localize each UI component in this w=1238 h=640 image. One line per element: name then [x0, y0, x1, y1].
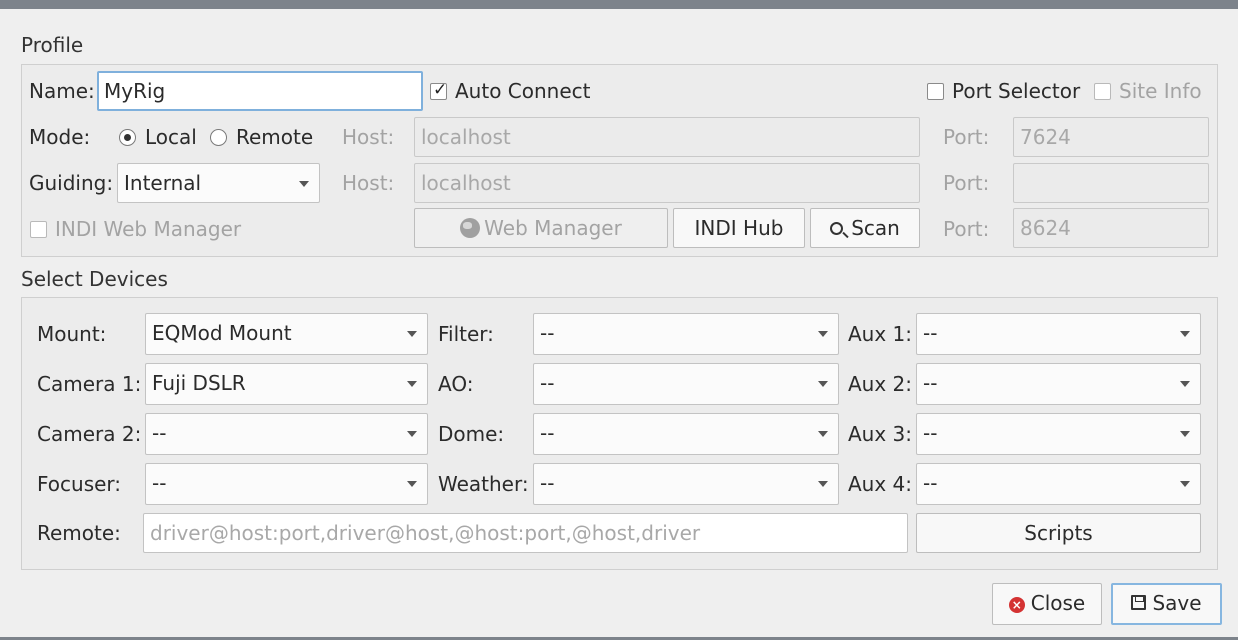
indi-web-manager-checkbox[interactable] [30, 221, 47, 238]
chevron-down-icon [1180, 431, 1190, 437]
devices-section-title: Select Devices [21, 267, 168, 291]
scripts-button[interactable]: Scripts [916, 513, 1201, 553]
name-label: Name: [29, 79, 95, 103]
auto-connect-checkbox[interactable]: ✓ [430, 80, 448, 100]
chevron-down-icon [818, 431, 828, 437]
auto-connect-label[interactable]: Auto Connect [455, 79, 591, 103]
aux4-label: Aux 4: [848, 472, 913, 496]
guiding-port-input[interactable] [1013, 163, 1209, 203]
guiding-label: Guiding: [29, 171, 114, 195]
focuser-select[interactable]: -- [145, 463, 428, 505]
ao-select[interactable]: -- [533, 363, 839, 405]
camera2-label: Camera 2: [37, 422, 142, 446]
chevron-down-icon [818, 331, 828, 337]
port-label: Port: [943, 125, 990, 149]
aux2-select[interactable]: -- [916, 363, 1201, 405]
save-button[interactable]: Save [1111, 583, 1222, 625]
filter-label: Filter: [438, 322, 494, 346]
mode-label: Mode: [29, 125, 91, 149]
guiding-port-label: Port: [943, 171, 990, 195]
chevron-down-icon [407, 481, 417, 487]
filter-select[interactable]: -- [533, 313, 839, 355]
name-input[interactable]: MyRig [97, 71, 423, 111]
web-manager-button[interactable]: Web Manager [414, 208, 668, 248]
remote-label: Remote: [37, 521, 121, 545]
chevron-down-icon [407, 331, 417, 337]
aux1-label: Aux 1: [848, 322, 913, 346]
port-selector-label[interactable]: Port Selector [952, 79, 1080, 103]
camera2-select[interactable]: -- [145, 413, 428, 455]
host-label: Host: [342, 125, 395, 149]
guiding-host-label: Host: [342, 171, 395, 195]
chevron-down-icon [818, 481, 828, 487]
ao-label: AO: [438, 372, 474, 396]
wm-port-input[interactable]: 8624 [1013, 208, 1209, 248]
close-button[interactable]: × Close [992, 583, 1102, 625]
chevron-down-icon [407, 381, 417, 387]
dome-label: Dome: [438, 422, 505, 446]
mode-remote-radio[interactable] [210, 129, 227, 146]
camera1-select[interactable]: Fuji DSLR [145, 363, 428, 405]
camera1-label: Camera 1: [37, 372, 142, 396]
chevron-down-icon [818, 381, 828, 387]
chevron-down-icon [1180, 381, 1190, 387]
guiding-host-input[interactable]: localhost [414, 163, 920, 203]
globe-icon [460, 218, 481, 238]
chevron-down-icon [1180, 331, 1190, 337]
focuser-label: Focuser: [37, 472, 122, 496]
mount-label: Mount: [37, 322, 107, 346]
remote-input[interactable]: driver@host:port,driver@host,@host:port,… [143, 513, 908, 553]
host-input[interactable]: localhost [414, 117, 920, 157]
site-info-checkbox[interactable] [1094, 83, 1111, 100]
close-icon: × [1008, 597, 1025, 613]
chevron-down-icon [1180, 481, 1190, 487]
aux1-select[interactable]: -- [916, 313, 1201, 355]
scan-button[interactable]: Scan [810, 208, 920, 248]
mode-remote-label[interactable]: Remote [236, 125, 313, 149]
aux3-select[interactable]: -- [916, 413, 1201, 455]
search-icon [830, 222, 844, 235]
indi-web-manager-label[interactable]: INDI Web Manager [55, 217, 241, 241]
port-selector-checkbox[interactable] [927, 83, 944, 100]
mode-local-label[interactable]: Local [145, 125, 197, 149]
chevron-down-icon [299, 181, 309, 187]
save-icon [1131, 595, 1147, 610]
port-input[interactable]: 7624 [1013, 117, 1209, 157]
weather-label: Weather: [438, 472, 529, 496]
site-info-label[interactable]: Site Info [1119, 79, 1202, 103]
aux4-select[interactable]: -- [916, 463, 1201, 505]
indi-hub-button[interactable]: INDI Hub [673, 208, 805, 248]
weather-select[interactable]: -- [533, 463, 839, 505]
profile-section-title: Profile [21, 33, 84, 57]
check-icon: ✓ [433, 80, 448, 100]
mode-local-radio[interactable] [119, 129, 136, 146]
wm-port-label: Port: [943, 217, 990, 241]
aux3-label: Aux 3: [848, 422, 913, 446]
title-bar [0, 0, 1238, 9]
chevron-down-icon [407, 431, 417, 437]
mount-select[interactable]: EQMod Mount [145, 313, 428, 355]
aux2-label: Aux 2: [848, 372, 913, 396]
guiding-select[interactable]: Internal [117, 163, 320, 203]
dome-select[interactable]: -- [533, 413, 839, 455]
